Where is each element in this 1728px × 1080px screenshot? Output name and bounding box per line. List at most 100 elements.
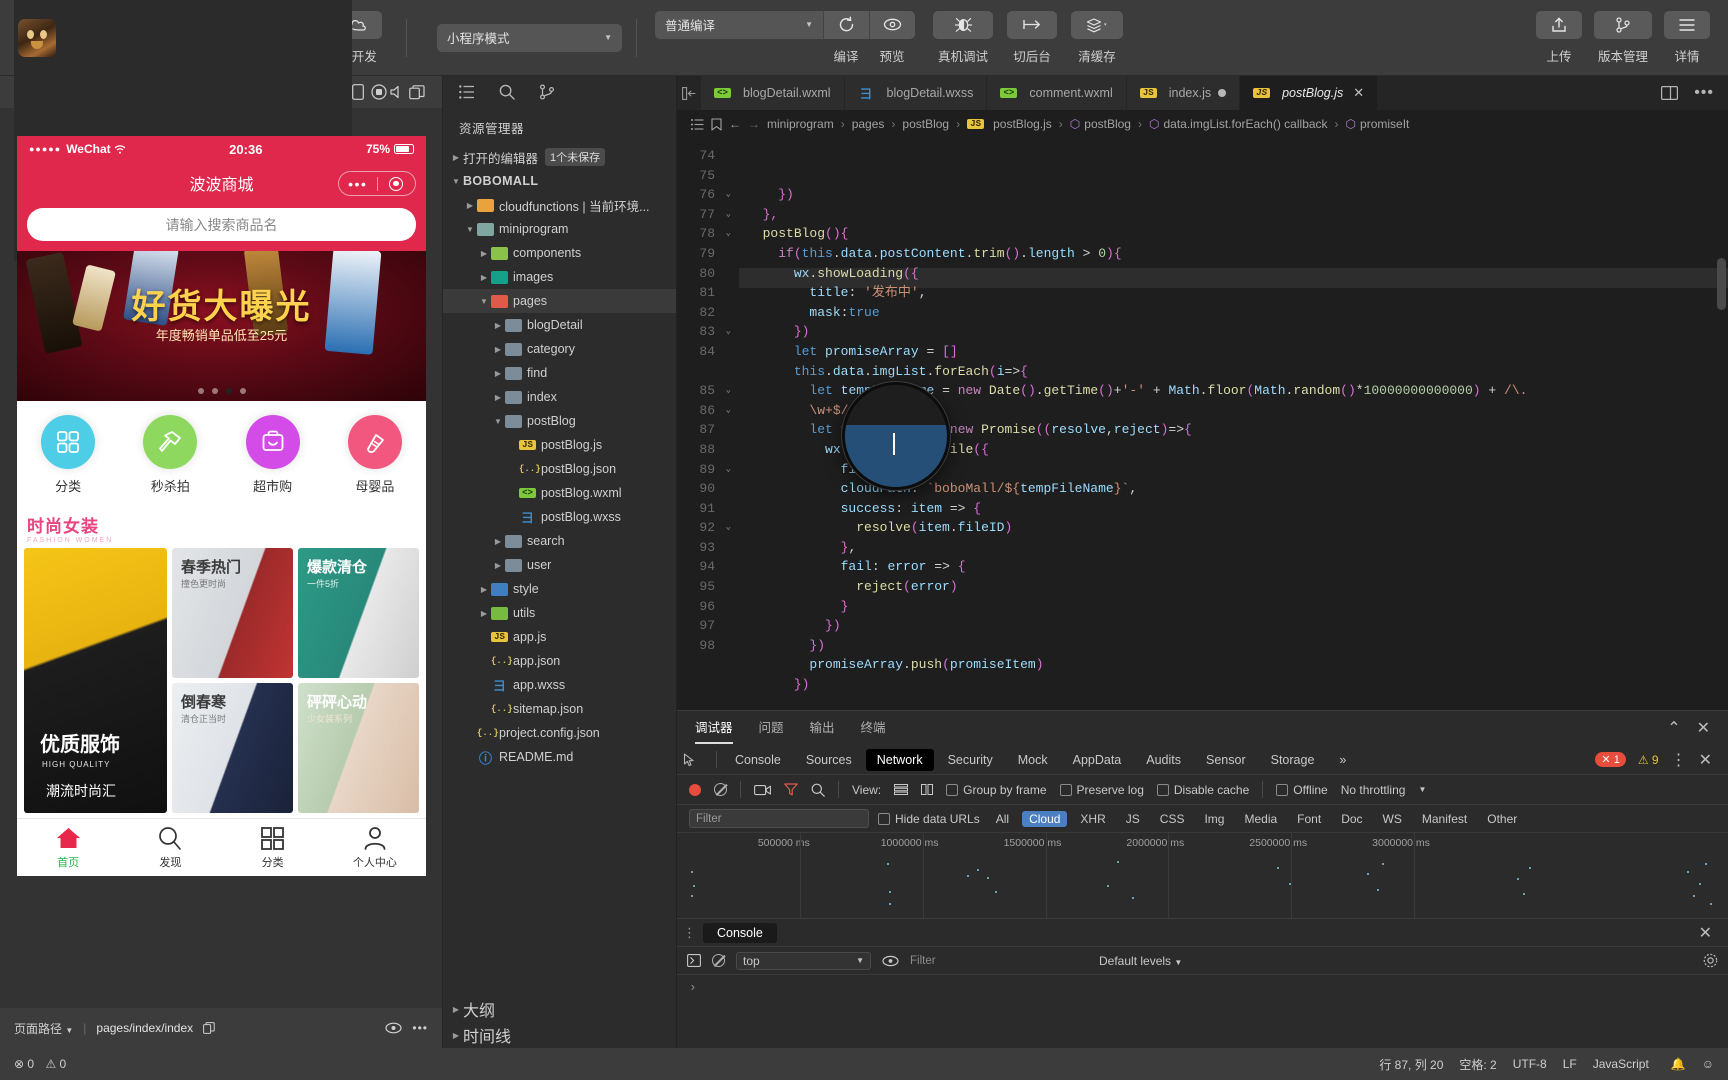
breadcrumb-item-1[interactable]: pages (852, 117, 885, 131)
panel-outline[interactable]: ▶ 大纲 (443, 996, 676, 1022)
tree-item-pages[interactable]: ▼ pages (443, 289, 676, 313)
filter-chip-media[interactable]: Media (1237, 811, 1284, 827)
timeline-request-dot[interactable] (1382, 863, 1384, 865)
search-icon[interactable] (499, 84, 515, 100)
inspector-tab-appdata[interactable]: AppData (1062, 749, 1133, 771)
inspector-tab-sources[interactable]: Sources (795, 749, 863, 771)
editor-tab-index-js[interactable]: JS index.js (1126, 76, 1241, 110)
filter-chip-js[interactable]: JS (1119, 811, 1147, 827)
nav-forward-icon[interactable]: → (748, 117, 760, 131)
tabbar-item-profile[interactable]: 个人中心 (324, 826, 426, 870)
tree-item-app-js[interactable]: ▶JSapp.js (443, 625, 676, 649)
clearcache-button[interactable] (1071, 10, 1123, 39)
filter-chip-xhr[interactable]: XHR (1073, 811, 1112, 827)
editor-tab-comment-wxml[interactable]: <> comment.wxml (987, 76, 1127, 110)
category-item-2[interactable]: 超市购 (222, 415, 324, 495)
timeline-request-dot[interactable] (1107, 885, 1109, 887)
tree-item-postblog[interactable]: ▼ postBlog (443, 409, 676, 433)
editor-scrollbar[interactable] (1717, 258, 1726, 310)
fold-toggle-icon[interactable]: ⌄ (726, 224, 731, 244)
eye-icon[interactable] (385, 1022, 402, 1034)
filter-icon[interactable] (784, 783, 798, 796)
devtools-more-icon[interactable]: ⋮ (1671, 750, 1687, 770)
more-icon[interactable]: ••• (339, 177, 377, 191)
rotate-device-icon[interactable] (352, 84, 371, 100)
explorer-icon[interactable] (459, 85, 475, 99)
record-icon[interactable] (371, 84, 390, 100)
more-inspector-tabs[interactable]: » (1328, 749, 1357, 771)
status-eol[interactable]: LF (1563, 1057, 1577, 1071)
copy-path-icon[interactable] (203, 1022, 215, 1034)
inspector-tab-storage[interactable]: Storage (1260, 749, 1326, 771)
tree-item-user[interactable]: ▶ user (443, 553, 676, 577)
tree-item-app-json[interactable]: ▶{..}app.json (443, 649, 676, 673)
network-timeline[interactable]: 500000 ms 1000000 ms 1500000 ms 2000000 ms 2… (677, 833, 1728, 919)
compile-button[interactable] (823, 10, 869, 39)
console-drawer-close-icon[interactable]: ✕ (1699, 923, 1722, 943)
timeline-request-dot[interactable] (1117, 861, 1119, 863)
fold-toggle-icon[interactable]: ⌄ (726, 381, 731, 401)
inspector-tab-audits[interactable]: Audits (1135, 749, 1192, 771)
breadcrumb-item-4[interactable]: ⬡ postBlog (1070, 117, 1131, 131)
console-output[interactable]: › (677, 975, 1728, 1048)
timeline-request-dot[interactable] (691, 871, 693, 873)
breadcrumb-item-5[interactable]: ⬡ data.imgList.forEach() callback (1149, 117, 1328, 131)
tree-item-category[interactable]: ▶ category (443, 337, 676, 361)
breadcrumb-item-3[interactable]: JS postBlog.js (967, 117, 1052, 131)
phone-search-input[interactable]: 请输入搜索商品名 (27, 208, 416, 241)
version-button[interactable] (1594, 10, 1652, 39)
mode-select[interactable]: 小程序模式 ▼ (437, 23, 622, 52)
tree-item-sitemap-json[interactable]: ▶{..}sitemap.json (443, 697, 676, 721)
notifications-icon[interactable]: 🔔 (1671, 1057, 1686, 1071)
inspector-tab-security[interactable]: Security (937, 749, 1004, 771)
source-control-icon[interactable] (539, 84, 555, 100)
tree-item-utils[interactable]: ▶ utils (443, 601, 676, 625)
timeline-request-dot[interactable] (1367, 873, 1369, 875)
filter-chip-manifest[interactable]: Manifest (1415, 811, 1474, 827)
tabbar-item-home[interactable]: 首页 (17, 826, 119, 870)
fold-toggle-icon[interactable]: ⌄ (726, 401, 731, 421)
panel-tab-output[interactable]: 输出 (810, 717, 835, 740)
tree-item-blogdetail[interactable]: ▶ blogDetail (443, 313, 676, 337)
tree-item-postblog-json[interactable]: ▶{..}postBlog.json (443, 457, 676, 481)
close-icon[interactable]: ✕ (1697, 718, 1710, 738)
filter-chip-cloud[interactable]: Cloud (1022, 810, 1068, 827)
view-grid-icon[interactable] (921, 784, 934, 795)
panel-timeline[interactable]: ▶ 时间线 (443, 1022, 676, 1048)
bookmark-icon[interactable] (711, 117, 722, 131)
timeline-request-dot[interactable] (889, 891, 891, 893)
tree-item-postblog-wxss[interactable]: ▶彐postBlog.wxss (443, 505, 676, 529)
timeline-request-dot[interactable] (967, 875, 969, 877)
fold-toggle-icon[interactable]: ⌄ (726, 322, 731, 342)
console-eye-icon[interactable] (882, 955, 899, 967)
status-language[interactable]: JavaScript (1593, 1057, 1649, 1071)
tabs-lead-icon[interactable] (677, 76, 701, 110)
filter-chip-doc[interactable]: Doc (1334, 811, 1369, 827)
timeline-request-dot[interactable] (1277, 867, 1279, 869)
status-encoding[interactable]: UTF-8 (1513, 1057, 1547, 1071)
filter-chip-img[interactable]: Img (1197, 811, 1231, 827)
inspector-tab-mock[interactable]: Mock (1007, 749, 1059, 771)
timeline-request-dot[interactable] (1132, 897, 1134, 899)
error-badge[interactable]: ✕ 1 (1595, 752, 1626, 767)
tree-open-editors[interactable]: ▶ 打开的编辑器 1个未保存 (443, 145, 676, 169)
tree-item-cloudfunctions-[interactable]: ▶ cloudfunctions | 当前环境... (443, 193, 676, 217)
console-settings-icon[interactable] (1703, 953, 1718, 968)
warning-badge[interactable]: ⚠ 9 (1638, 753, 1659, 767)
inspector-tab-sensor[interactable]: Sensor (1195, 749, 1257, 771)
tree-item-find[interactable]: ▶ find (443, 361, 676, 385)
timeline-request-dot[interactable] (1289, 883, 1291, 885)
inspect-element-icon[interactable] (683, 752, 709, 767)
timeline-request-dot[interactable] (1705, 863, 1707, 865)
breadcrumb-item-2[interactable]: postBlog (902, 117, 949, 131)
record-network-icon[interactable] (689, 783, 701, 796)
timeline-request-dot[interactable] (1687, 871, 1689, 873)
volume-icon[interactable] (390, 85, 409, 99)
timeline-request-dot[interactable] (693, 885, 695, 887)
realdevice-button[interactable] (933, 10, 993, 39)
fold-toggle-icon[interactable]: ⌄ (726, 205, 731, 225)
tabbar-item-category[interactable]: 分类 (222, 826, 324, 870)
panel-tab-debugger[interactable]: 调试器 (695, 717, 733, 744)
category-item-3[interactable]: 母婴品 (324, 415, 426, 495)
more-icon[interactable]: ••• (412, 1021, 428, 1035)
